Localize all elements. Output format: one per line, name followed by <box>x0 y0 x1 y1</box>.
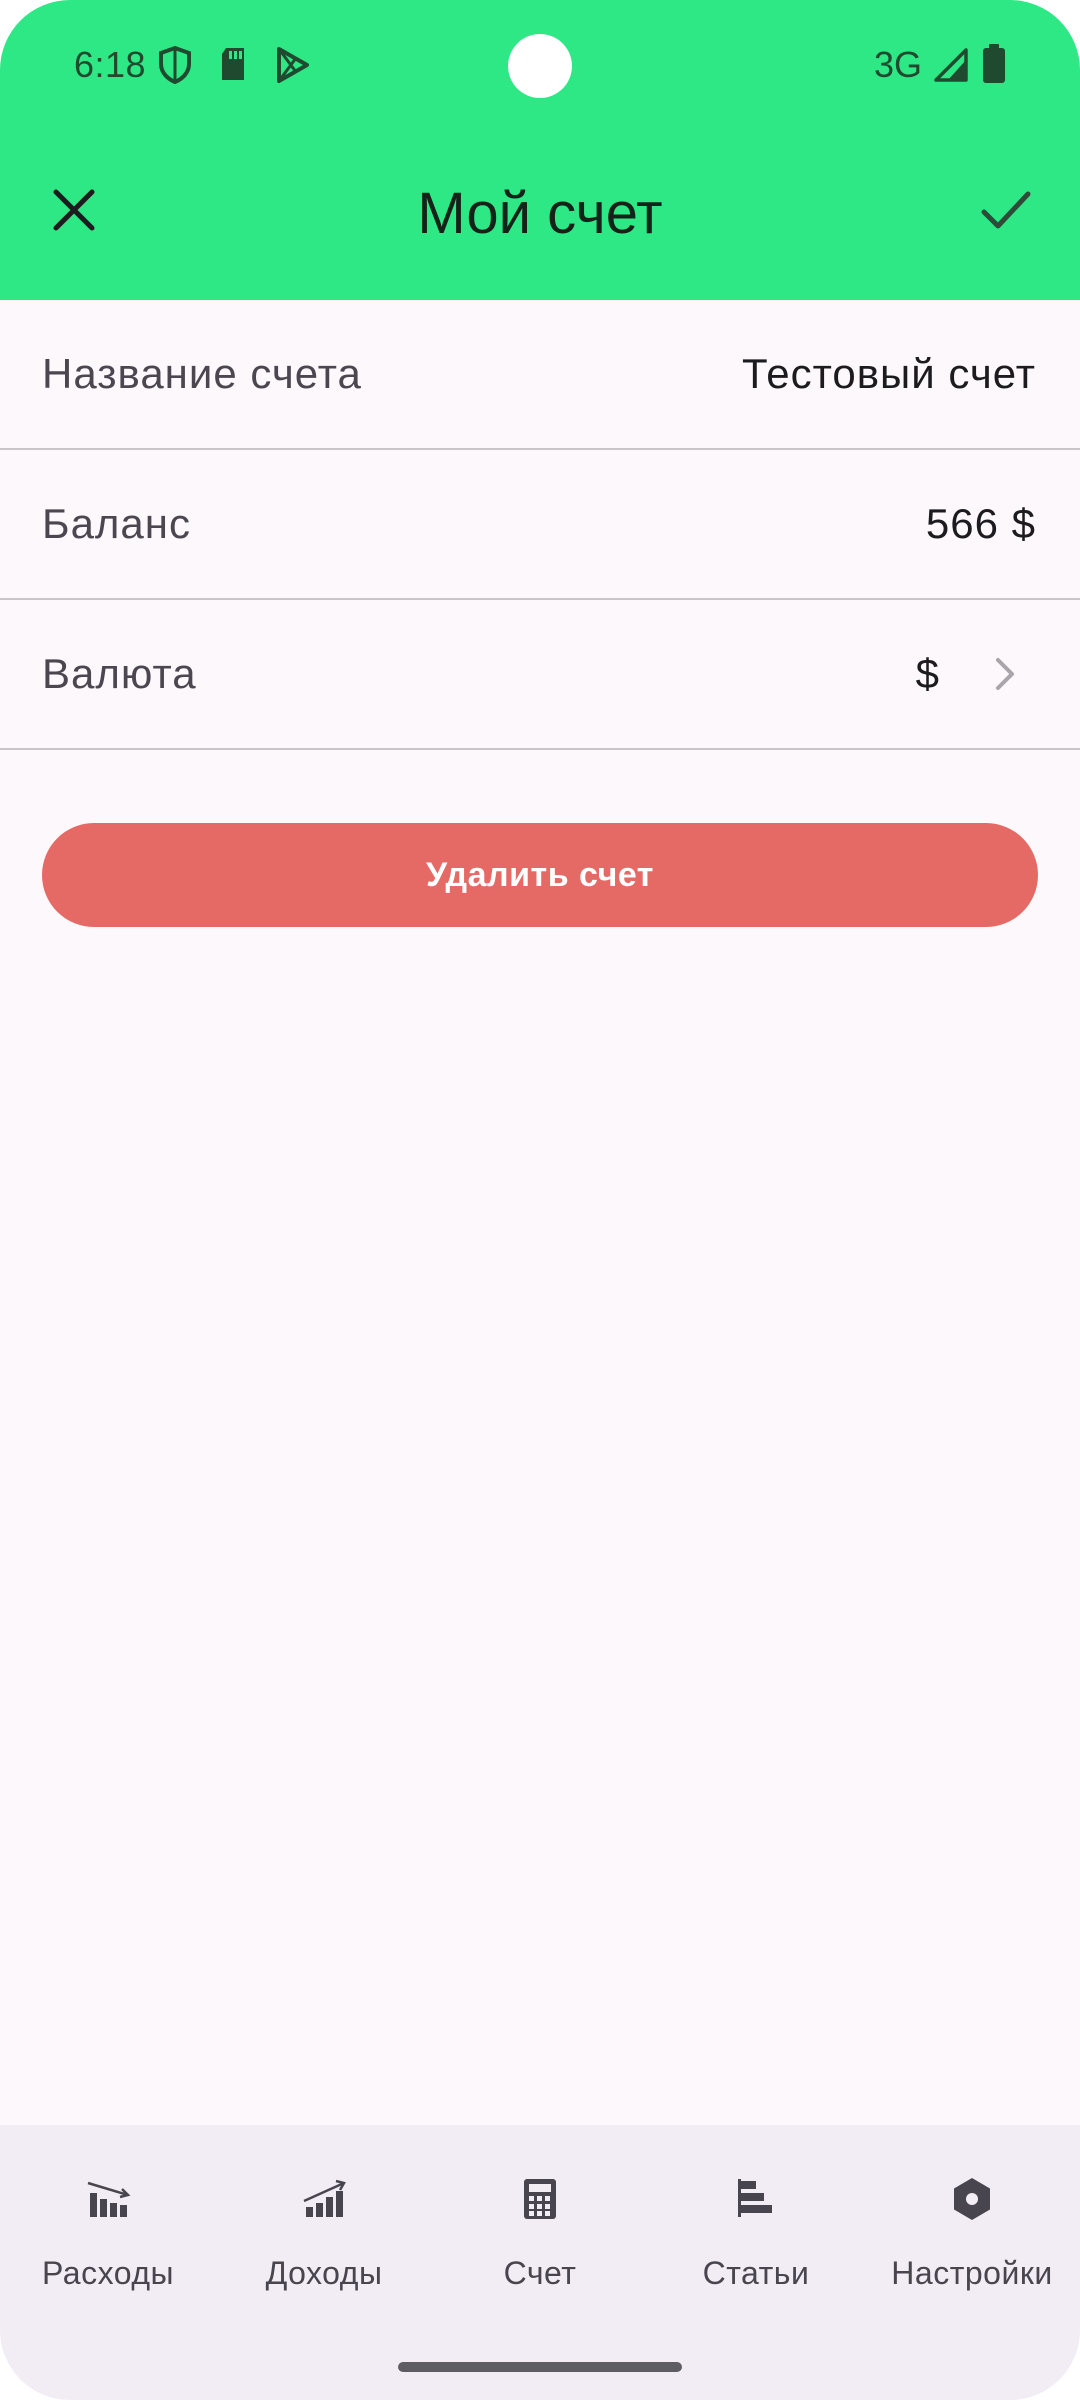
currency-value: $ <box>915 650 940 697</box>
shield-icon <box>159 46 191 84</box>
account-name-value[interactable]: Тестовый счет <box>742 350 1036 398</box>
check-icon[interactable] <box>976 180 1036 240</box>
nav-label-income: Доходы <box>265 2255 383 2291</box>
nav-item-expenses[interactable]: Расходы <box>0 2125 216 2325</box>
chevron-right-icon <box>996 658 1014 690</box>
nav-label-expenses: Расходы <box>42 2255 174 2291</box>
home-indicator[interactable] <box>398 2362 682 2372</box>
account-name-row[interactable]: Название счета Тестовый счет <box>0 300 1080 450</box>
expenses-chart-icon <box>87 2181 131 2217</box>
income-chart-icon <box>303 2179 346 2217</box>
calculator-icon <box>524 2179 556 2219</box>
currency-label: Валюта <box>42 650 197 697</box>
nav-label-account: Счет <box>503 2255 577 2291</box>
signal-icon <box>934 48 968 82</box>
balance-row[interactable]: Баланс 566 $ <box>0 450 1080 600</box>
nav-item-categories[interactable]: Статьи <box>648 2125 864 2325</box>
page-title: Мой счет <box>417 181 663 246</box>
settings-hex-icon <box>954 2178 990 2220</box>
account-name-label: Название счета <box>42 350 362 397</box>
camera-cutout <box>508 34 572 98</box>
nav-item-income[interactable]: Доходы <box>216 2125 432 2325</box>
balance-label: Баланс <box>42 500 191 547</box>
nav-label-categories: Статьи <box>702 2255 810 2291</box>
currency-row[interactable]: Валюта $ <box>0 600 1080 750</box>
nav-item-settings[interactable]: Настройки <box>864 2125 1080 2325</box>
battery-icon <box>983 44 1005 83</box>
status-bar: 6:18 3G <box>0 0 1080 130</box>
sd-card-icon <box>222 48 244 80</box>
balance-value[interactable]: 566 $ <box>926 500 1036 548</box>
play-store-icon <box>277 47 309 83</box>
nav-item-account[interactable]: Счет <box>432 2125 648 2325</box>
bottom-navigation: Расходы Доходы Счет Статьи Настройки <box>0 2125 1080 2400</box>
delete-account-button[interactable]: Удалить счет <box>42 823 1038 927</box>
app-screen: 6:18 3G Мой счет Название счета Тестовый… <box>0 0 1080 2400</box>
categories-icon <box>738 2179 772 2217</box>
top-app-bar: 6:18 3G Мой счет <box>0 0 1080 300</box>
nav-label-settings: Настройки <box>891 2255 1053 2291</box>
status-time: 6:18 <box>74 44 147 85</box>
network-type: 3G <box>874 44 923 85</box>
